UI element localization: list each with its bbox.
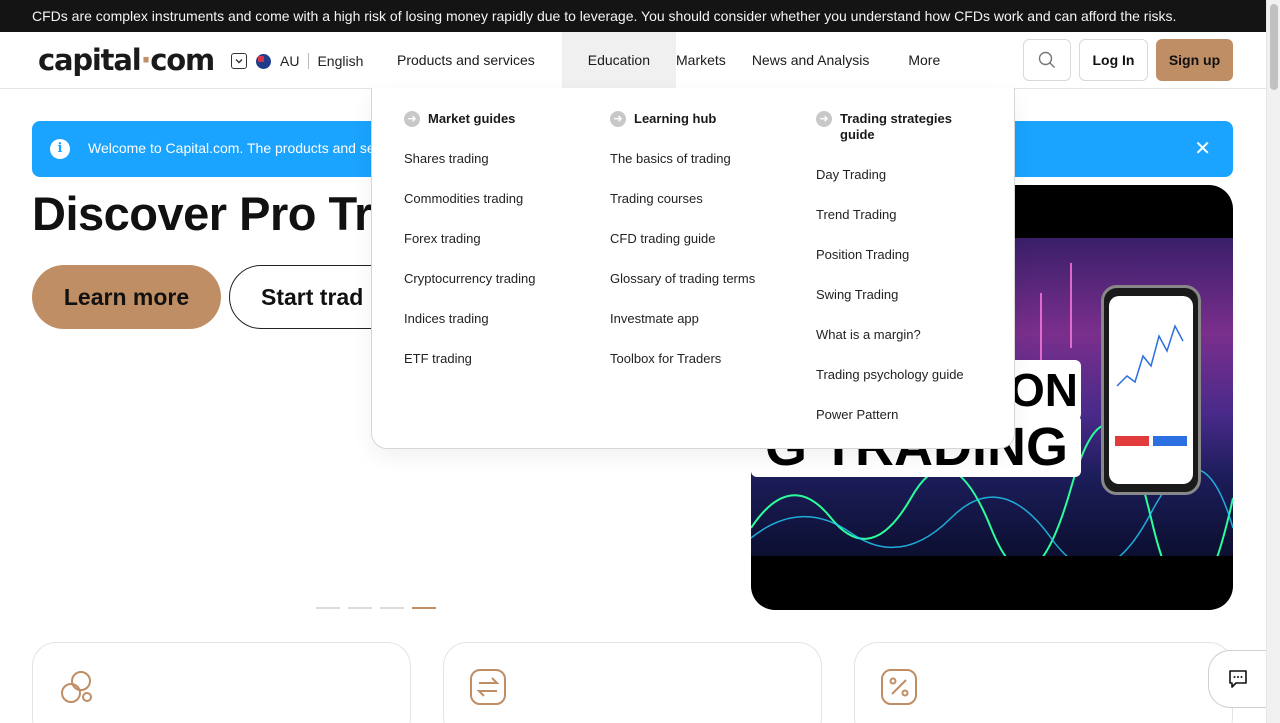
menu-item[interactable]: Indices trading	[404, 310, 594, 350]
scrollbar-thumb[interactable]	[1270, 4, 1278, 90]
menu-item[interactable]: Forex trading	[404, 230, 594, 270]
main-nav: Products and services Education Markets …	[384, 32, 953, 88]
menu-item[interactable]: CFD trading guide	[610, 230, 800, 270]
login-button[interactable]: Log In	[1079, 39, 1148, 81]
feature-card[interactable]	[854, 642, 1233, 723]
menu-item[interactable]: Position Trading	[816, 246, 976, 286]
menu-item[interactable]: Trading courses	[610, 190, 800, 230]
locale-selector[interactable]: AU English	[231, 51, 363, 71]
menu-item[interactable]: The basics of trading	[610, 150, 800, 190]
carousel-dot[interactable]	[380, 607, 404, 609]
percent-icon	[881, 669, 917, 705]
arrow-right-icon: ➜	[816, 111, 832, 127]
phone-illustration	[1101, 285, 1201, 495]
banner-text: Welcome to Capital.com. The products and…	[88, 140, 387, 156]
menu-column-market-guides: ➜ Market guides Shares trading Commoditi…	[404, 111, 594, 390]
language-label[interactable]: English	[317, 53, 363, 69]
site-header: capital·com AU English Products and serv…	[0, 32, 1266, 89]
feature-card[interactable]	[443, 642, 822, 723]
carousel-dot[interactable]	[348, 607, 372, 609]
flag-au-icon	[256, 53, 271, 69]
learn-more-button[interactable]: Learn more	[32, 265, 221, 329]
info-icon: i	[50, 139, 70, 159]
carousel-indicators	[316, 607, 436, 609]
feature-card[interactable]	[32, 642, 411, 723]
nav-more[interactable]: More	[895, 32, 953, 88]
logo[interactable]: capital·com	[38, 42, 215, 78]
chat-icon	[1228, 670, 1247, 688]
nav-markets[interactable]: Markets	[676, 32, 752, 88]
menu-heading-market-guides[interactable]: ➜ Market guides	[404, 111, 594, 127]
menu-column-trading-strategies: ➜ Trading strategies guide Day Trading T…	[816, 111, 976, 446]
menu-item[interactable]: What is a margin?	[816, 326, 976, 366]
menu-column-learning-hub: ➜ Learning hub The basics of trading Tra…	[610, 111, 800, 390]
menu-item[interactable]: Trading psychology guide	[816, 366, 976, 406]
divider	[308, 53, 310, 69]
region-label[interactable]: AU	[280, 53, 299, 69]
menu-item[interactable]: Toolbox for Traders	[610, 350, 800, 390]
nav-news-and-analysis[interactable]: News and Analysis	[752, 32, 896, 88]
menu-item[interactable]: Commodities trading	[404, 190, 594, 230]
menu-heading-learning-hub[interactable]: ➜ Learning hub	[610, 111, 800, 127]
menu-item[interactable]: Cryptocurrency trading	[404, 270, 594, 310]
menu-item[interactable]: Day Trading	[816, 166, 976, 206]
menu-item[interactable]: ETF trading	[404, 350, 594, 390]
chat-button[interactable]	[1208, 650, 1266, 708]
menu-item[interactable]: Shares trading	[404, 150, 594, 190]
menu-item[interactable]: Investmate app	[610, 310, 800, 350]
arrow-right-icon: ➜	[610, 111, 626, 127]
arrow-right-icon: ➜	[404, 111, 420, 127]
nav-education[interactable]: Education	[561, 32, 677, 88]
search-button[interactable]	[1023, 39, 1071, 81]
risk-warning-bar: CFDs are complex instruments and come wi…	[0, 0, 1266, 32]
exchange-icon	[470, 669, 506, 705]
chevron-down-icon[interactable]	[231, 53, 247, 69]
risk-warning-text: CFDs are complex instruments and come wi…	[32, 8, 1177, 24]
menu-heading-trading-strategies[interactable]: ➜ Trading strategies guide	[816, 111, 976, 143]
carousel-dot[interactable]	[316, 607, 340, 609]
carousel-dot-active[interactable]	[412, 607, 436, 609]
close-icon[interactable]: ✕	[1194, 138, 1211, 160]
coins-icon	[61, 671, 92, 703]
menu-item[interactable]: Swing Trading	[816, 286, 976, 326]
hero-title: Discover Pro Tra	[32, 187, 398, 240]
search-icon	[1038, 51, 1055, 68]
menu-item[interactable]: Power Pattern	[816, 406, 976, 446]
nav-products-and-services[interactable]: Products and services	[384, 32, 548, 88]
signup-button[interactable]: Sign up	[1156, 39, 1233, 81]
menu-item[interactable]: Glossary of trading terms	[610, 270, 800, 310]
menu-item[interactable]: Trend Trading	[816, 206, 976, 246]
page-scrollbar[interactable]	[1266, 0, 1280, 723]
education-dropdown: ➜ Market guides Shares trading Commoditi…	[371, 88, 1015, 449]
